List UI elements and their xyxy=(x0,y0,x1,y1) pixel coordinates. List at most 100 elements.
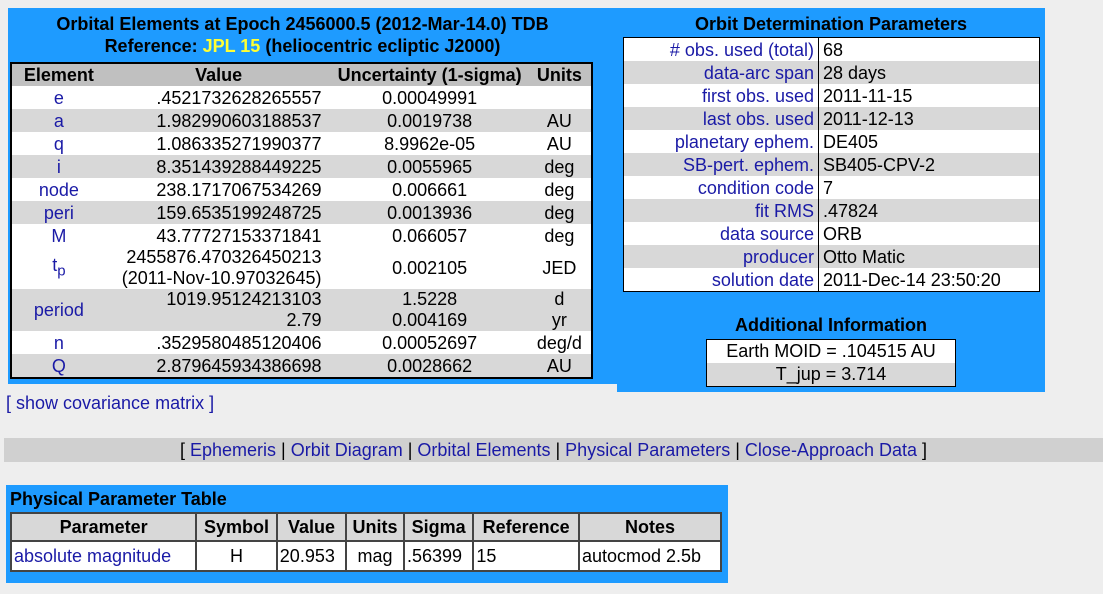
table-row: q 1.086335271990377 8.9962e-05 AU xyxy=(11,132,592,155)
reference-line: Reference: JPL 15 (heliocentric ecliptic… xyxy=(104,36,501,56)
element-uncertainty: 0.0055965 xyxy=(331,155,528,178)
table-row: a 1.982990603188537 0.0019738 AU xyxy=(11,109,592,132)
absolute-magnitude-link[interactable]: absolute magnitude xyxy=(14,546,171,566)
header-value: Value xyxy=(105,63,332,86)
nav-orbital-elements-link[interactable]: Orbital Elements xyxy=(417,440,550,460)
element-name: n xyxy=(53,332,64,353)
od-label: planetary ephem. xyxy=(623,130,819,153)
element-uncertainty: 0.00049991 xyxy=(382,87,478,108)
header-notes: Notes xyxy=(577,512,723,542)
od-row: first obs. used 2011-11-15 xyxy=(623,84,1040,107)
od-label: fit RMS xyxy=(623,199,819,222)
od-label: last obs. used xyxy=(623,107,819,130)
nav-orbit-diagram-link[interactable]: Orbit Diagram xyxy=(291,440,403,460)
element-value: 8.351439288449225 xyxy=(105,155,332,178)
orbital-elements-title: Orbital Elements at Epoch 2456000.5 (201… xyxy=(8,13,597,57)
reference-link[interactable]: JPL 15 xyxy=(203,36,261,56)
nav-physical-parameters-link[interactable]: Physical Parameters xyxy=(565,440,730,460)
element-units: JED xyxy=(542,258,577,278)
od-label: solution date xyxy=(623,268,819,292)
show-covariance-link[interactable]: [ show covariance matrix ] xyxy=(6,393,214,414)
od-label: data source xyxy=(623,222,819,245)
od-row: data-arc span 28 days xyxy=(623,61,1040,84)
od-row: condition code 7 xyxy=(623,176,1040,199)
header-parameter: Parameter xyxy=(9,512,198,542)
element-name: q xyxy=(53,133,64,154)
od-label: condition code xyxy=(623,176,819,199)
od-row: SB-pert. ephem. SB405-CPV-2 xyxy=(623,153,1040,176)
element-uncertainty: 0.00052697 xyxy=(382,332,478,353)
header-units: Units xyxy=(345,512,405,542)
element-name: a xyxy=(11,109,106,132)
reference-cell: 15 xyxy=(472,540,580,572)
header-element: Element xyxy=(11,63,106,86)
value-cell: 20.953 xyxy=(275,540,348,572)
table-row: e .4521732628265557 0.00049991 xyxy=(11,86,592,109)
element-name: peri xyxy=(11,201,106,224)
table-row: n .3529580485120406 0.00052697 deg/d xyxy=(11,331,592,354)
units-cell: mag xyxy=(345,540,405,572)
od-title: Orbit Determination Parameters xyxy=(694,14,968,34)
additional-info-box: Earth MOID = .104515 AU T_jup = 3.714 xyxy=(706,339,956,387)
od-value: 2011-12-13 xyxy=(818,107,1040,130)
od-row: planetary ephem. DE405 xyxy=(623,130,1040,153)
nav-ephemeris-link[interactable]: Ephemeris xyxy=(190,440,276,460)
table-row: peri 159.6535199248725 0.0013936 deg xyxy=(11,201,592,224)
element-name: node xyxy=(38,179,79,200)
orbital-elements-table: Element Value Uncertainty (1-sigma) Unit… xyxy=(10,62,593,379)
element-units: AU xyxy=(527,354,592,378)
symbol-cell: H xyxy=(195,540,278,572)
table-row: i 8.351439288449225 0.0055965 deg xyxy=(11,155,592,178)
element-value: 1.086335271990377 xyxy=(156,133,322,154)
od-row: # obs. used (total) 68 xyxy=(623,37,1040,61)
od-row: producer Otto Matic xyxy=(623,245,1040,268)
element-uncertainty: 0.066057 xyxy=(392,225,468,246)
nav-close-approach-link[interactable]: Close-Approach Data xyxy=(745,440,917,460)
od-label: data-arc span xyxy=(623,61,819,84)
element-units: deg xyxy=(544,225,575,246)
table-row: node 238.1717067534269 0.006661 deg xyxy=(11,178,592,201)
element-units: AU xyxy=(527,109,592,132)
element-value: .4521732628265557 xyxy=(156,87,322,108)
table-row-period: period 1019.95124213103 2.79 1.5228 0.00… xyxy=(11,289,592,331)
od-label: SB-pert. ephem. xyxy=(623,153,819,176)
element-name: i xyxy=(11,155,106,178)
element-uncertainty: 8.9962e-05 xyxy=(384,133,476,154)
od-value: SB405-CPV-2 xyxy=(818,153,1040,176)
element-name: M xyxy=(51,225,67,246)
element-value: 159.6535199248725 xyxy=(105,201,332,224)
t-jup: T_jup = 3.714 xyxy=(707,363,955,386)
header-uncertainty: Uncertainty (1-sigma) xyxy=(331,63,528,86)
element-units: deg xyxy=(544,179,575,200)
element-value: 2.879645934386698 xyxy=(105,354,332,378)
element-value: 1.982990603188537 xyxy=(105,109,332,132)
element-name: period xyxy=(11,289,106,331)
element-units: deg/d xyxy=(536,332,582,353)
element-name: e xyxy=(53,87,64,108)
notes-cell: autocmod 2.5b xyxy=(577,540,723,572)
section-nav-bar: [ Ephemeris | Orbit Diagram | Orbital El… xyxy=(4,438,1103,462)
od-value: 2011-11-15 xyxy=(823,85,913,106)
orbit-determination-table: # obs. used (total) 68 data-arc span 28 day… xyxy=(623,37,1040,292)
table-row: M 43.77727153371841 0.066057 deg xyxy=(11,224,592,247)
element-value: .3529580485120406 xyxy=(156,332,322,353)
header-value: Value xyxy=(275,512,348,542)
od-value: DE405 xyxy=(823,131,879,152)
od-label: producer xyxy=(623,245,819,268)
od-row: data source ORB xyxy=(623,222,1040,245)
header-reference: Reference xyxy=(472,512,580,542)
element-uncertainty: 0.0028662 xyxy=(331,354,528,378)
element-uncertainty: 0.002105 xyxy=(392,258,468,278)
element-name: tp xyxy=(52,254,66,280)
od-value: 7 xyxy=(823,177,834,198)
earth-moid: Earth MOID = .104515 AU xyxy=(726,341,936,361)
element-uncertainty: 0.006661 xyxy=(392,179,468,200)
table-row: Q 2.879645934386698 0.0028662 AU xyxy=(11,354,592,378)
od-row: last obs. used 2011-12-13 xyxy=(623,107,1040,130)
element-value: 1019.95124213103 2.79 xyxy=(105,289,332,331)
sigma-cell: .56399 xyxy=(402,540,475,572)
od-label: # obs. used (total) xyxy=(623,37,819,61)
od-value: 68 xyxy=(823,39,844,60)
element-uncertainty: 1.5228 0.004169 xyxy=(331,289,528,331)
element-units: deg xyxy=(527,155,592,178)
